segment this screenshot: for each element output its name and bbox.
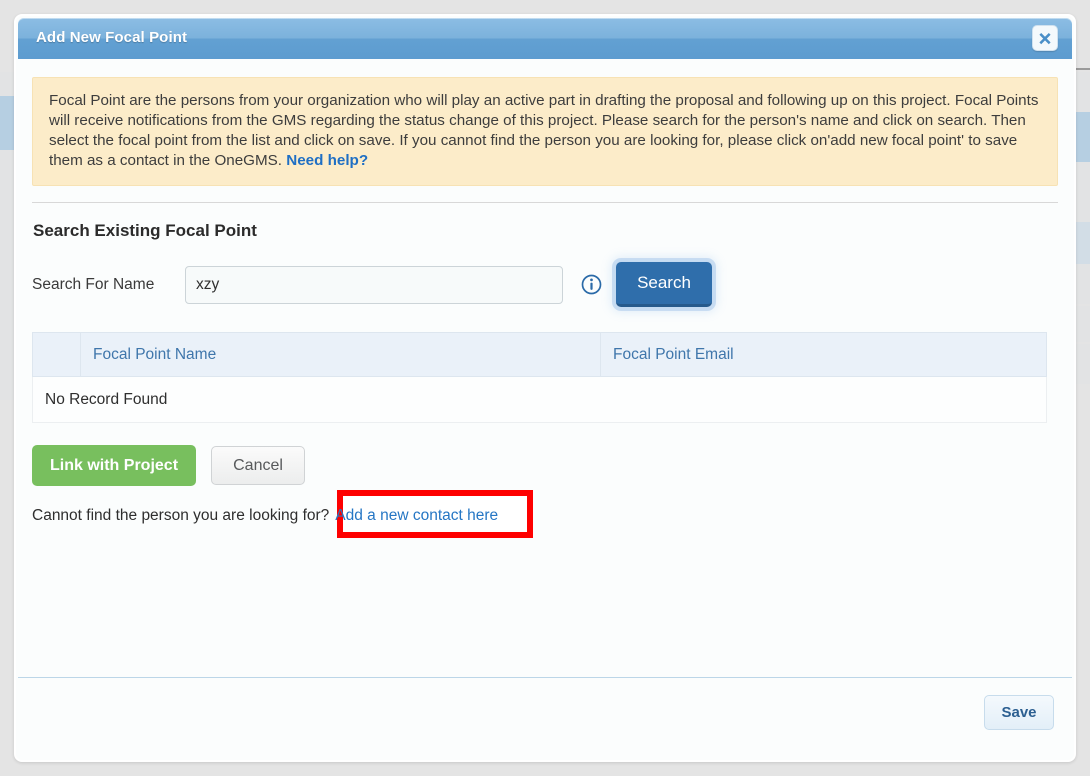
section-title: Search Existing Focal Point [33,221,257,240]
column-header-select [32,332,81,377]
backdrop-block [0,150,14,320]
backdrop-block [1076,162,1090,222]
focal-point-results-table: Focal Point Name Focal Point Email No Re… [32,332,1047,423]
search-row: Search For Name Search [32,262,1058,307]
table-header: Focal Point Name Focal Point Email [32,332,1047,377]
table-row: No Record Found [32,376,1047,423]
column-header-name: Focal Point Name [80,332,601,377]
backdrop-block [1076,264,1090,304]
add-contact-hint-text: Cannot find the person you are looking f… [32,507,330,524]
backdrop-rule [1076,68,1090,70]
add-focal-point-modal: Add New Focal Point Focal Point are the … [14,14,1076,762]
add-new-contact-link[interactable]: Add a new contact here [335,507,498,525]
search-button[interactable]: Search [616,262,712,307]
notice-text: Focal Point are the persons from your or… [49,92,1039,169]
info-notice: Focal Point are the persons from your or… [32,77,1058,186]
close-icon[interactable] [1032,25,1058,51]
backdrop-block [0,320,14,400]
search-input-label: Search For Name [32,275,155,293]
add-contact-hint: Cannot find the person you are looking f… [32,490,1058,538]
backdrop-block-highlight [1076,112,1090,162]
close-icon-glyph [1039,33,1051,45]
info-icon-glyph [581,274,602,295]
backdrop-block [1076,222,1090,264]
empty-state-message: No Record Found [32,376,1047,423]
cancel-button[interactable]: Cancel [211,446,306,485]
section-divider [32,202,1058,203]
save-button[interactable]: Save [984,695,1054,730]
modal-footer: Save [18,677,1072,758]
modal-title-bar: Add New Focal Point [18,18,1072,59]
modal-body: Focal Point are the persons from your or… [16,77,1074,726]
backdrop-block [1076,306,1090,342]
info-icon[interactable] [581,274,602,295]
backdrop-block [1076,72,1090,112]
search-input[interactable] [185,265,563,304]
column-header-email: Focal Point Email [600,332,1047,377]
table-body: No Record Found [32,376,1047,423]
need-help-link[interactable]: Need help? [286,152,368,169]
page-title: Add New Focal Point [36,29,188,46]
backdrop-block [1076,344,1090,384]
link-with-project-button[interactable]: Link with Project [32,445,197,486]
table-header-row: Focal Point Name Focal Point Email [32,332,1047,377]
action-button-row: Link with Project Cancel [32,445,1058,486]
backdrop-block [0,72,14,96]
backdrop-block-highlight [0,96,14,150]
